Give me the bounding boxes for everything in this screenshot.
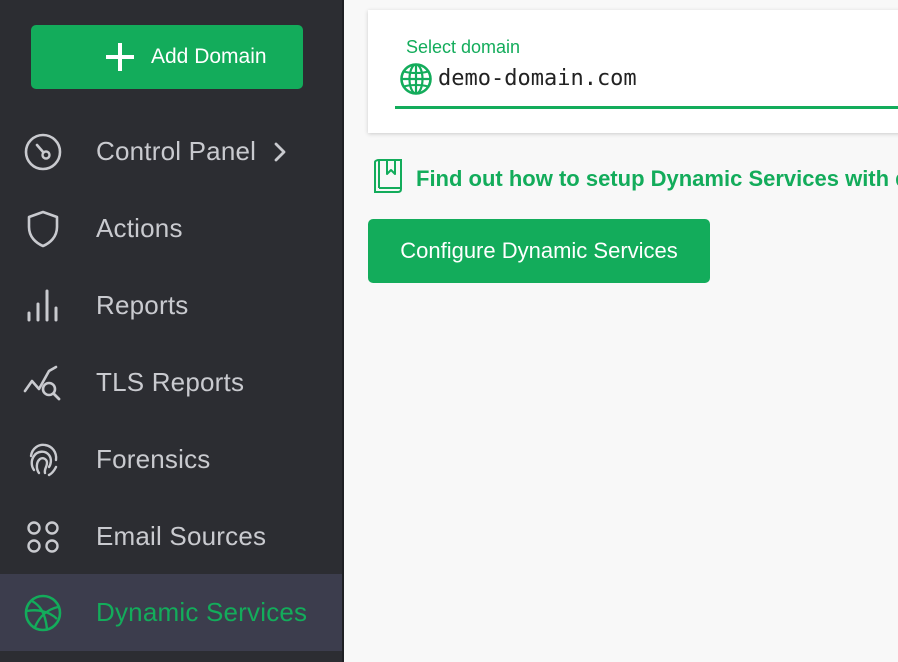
chevron-right-icon [274, 142, 286, 161]
sidebar-item-tls-reports[interactable]: TLS Reports [0, 344, 342, 421]
sidebar-item-forensics[interactable]: Forensics [0, 421, 342, 498]
domain-select-input[interactable] [438, 66, 898, 91]
fingerprint-icon [22, 439, 64, 481]
sidebar-item-actions[interactable]: Actions [0, 190, 342, 267]
sidebar-item-dynamic-services[interactable]: Dynamic Services [0, 574, 342, 651]
sidebar: Add Domain Control Panel Actions Reports… [0, 0, 344, 662]
speedometer-icon [22, 131, 64, 173]
aperture-icon [22, 592, 64, 634]
sidebar-divider [342, 0, 344, 662]
plus-icon [106, 43, 134, 71]
sidebar-item-label: Email Sources [96, 521, 267, 551]
sidebar-item-reports[interactable]: Reports [0, 267, 342, 344]
domain-selector-card: Select domain [368, 10, 898, 133]
sidebar-item-label: TLS Reports [96, 367, 245, 397]
domain-input-underline [395, 106, 898, 109]
globe-icon [400, 63, 432, 95]
add-domain-label: Add Domain [151, 45, 267, 68]
add-domain-button[interactable]: Add Domain [31, 25, 303, 89]
help-link-text: Find out how to setup Dynamic Services w… [416, 166, 898, 191]
shield-icon [22, 208, 64, 250]
sidebar-item-control-panel[interactable]: Control Panel [0, 113, 342, 190]
grid-dots-icon [22, 516, 64, 558]
sidebar-item-label: Dynamic Services [96, 597, 308, 627]
select-domain-label: Select domain [406, 37, 521, 57]
sidebar-item-label: Control Panel [96, 136, 257, 166]
sidebar-item-email-sources[interactable]: Email Sources [0, 498, 342, 575]
sidebar-item-label: Forensics [96, 444, 211, 474]
sidebar-item-label: Reports [96, 290, 189, 320]
sidebar-item-label: Actions [96, 213, 183, 243]
configure-dynamic-services-button[interactable]: Configure Dynamic Services [368, 219, 710, 283]
book-icon [374, 159, 402, 193]
bar-chart-icon [22, 285, 64, 327]
chart-search-icon [22, 362, 64, 404]
